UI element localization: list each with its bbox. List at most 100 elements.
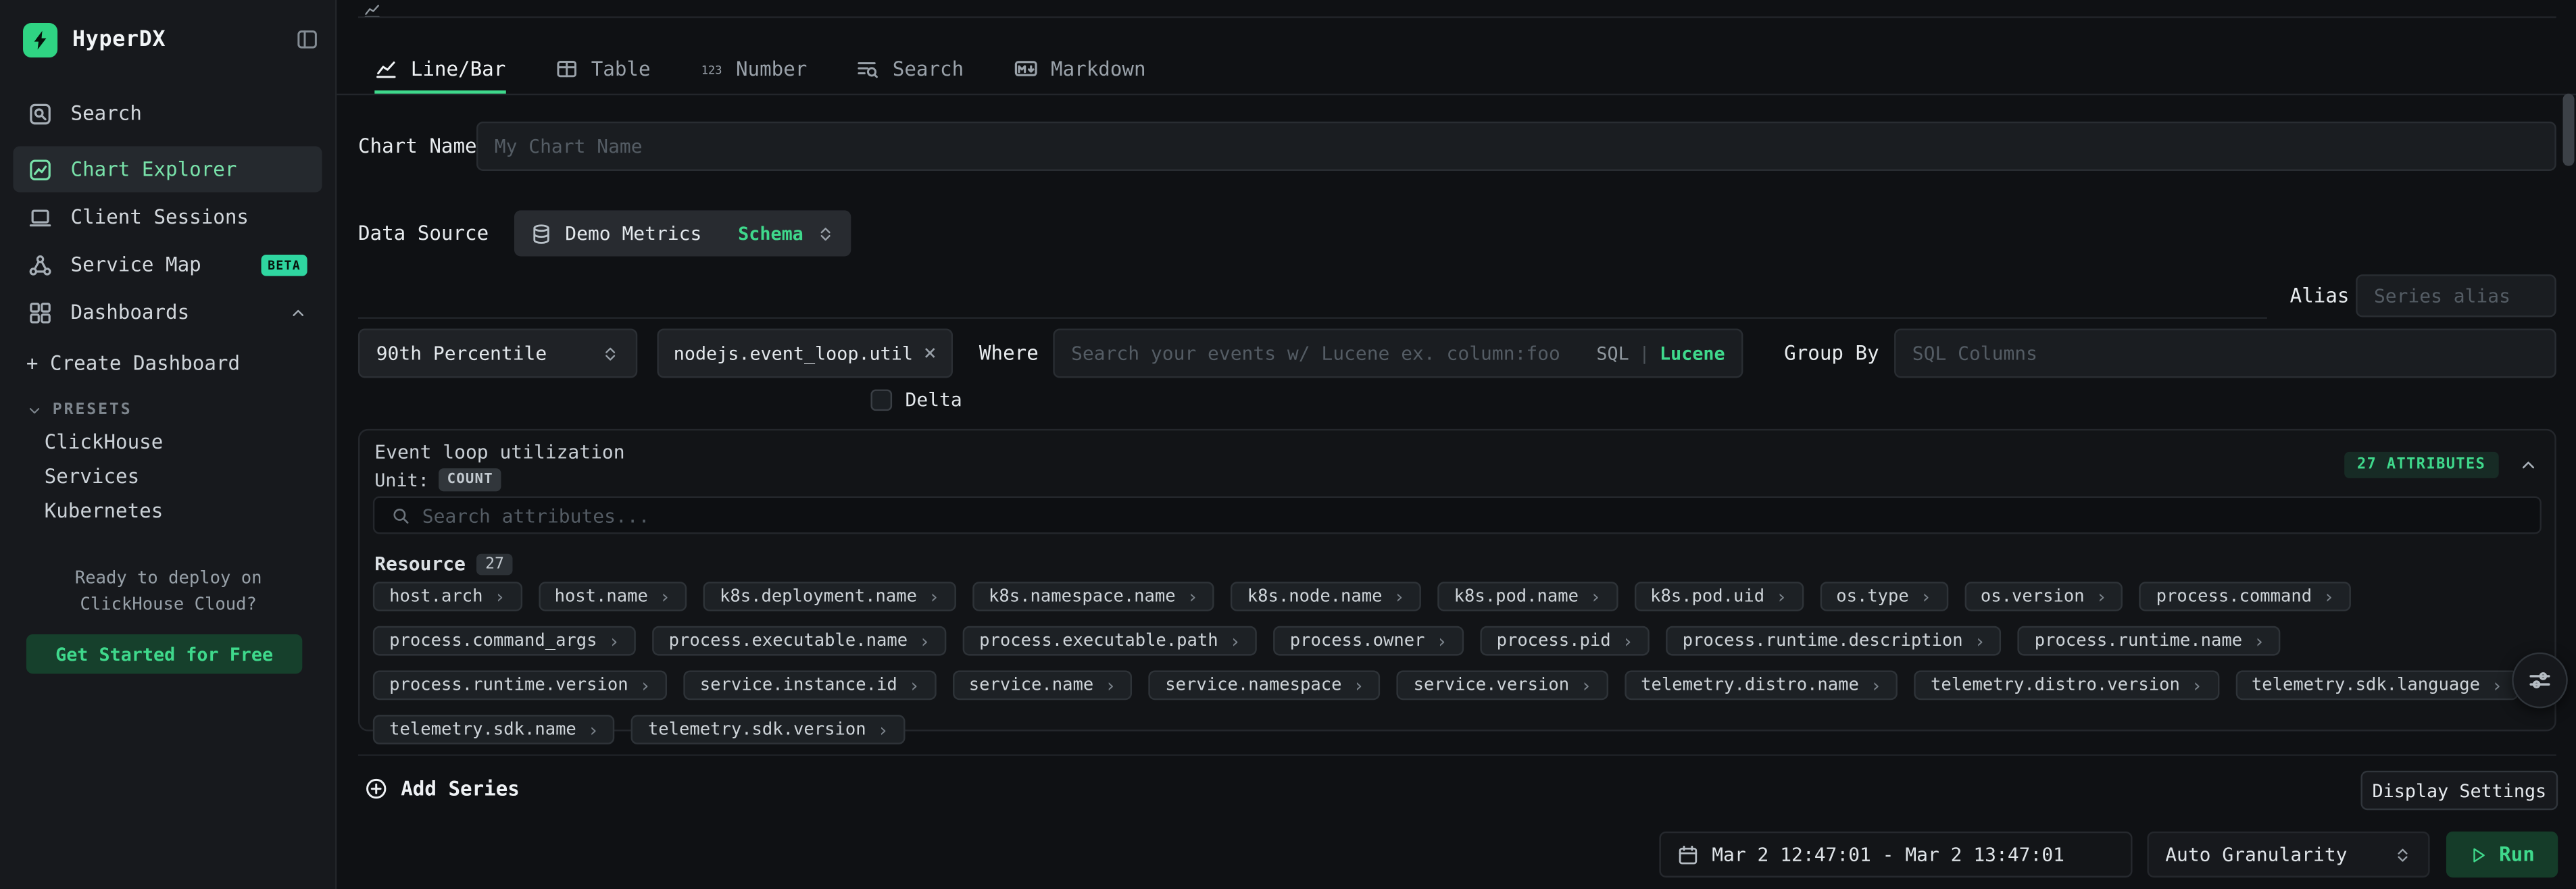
chevron-right-icon: › — [1871, 676, 1881, 694]
where-input[interactable] — [1071, 342, 1587, 365]
create-dashboard-button[interactable]: + Create Dashboard — [26, 352, 240, 375]
get-started-button[interactable]: Get Started for Free — [26, 634, 302, 674]
attribute-pill[interactable]: service.instance.id› — [683, 670, 936, 700]
scrollbar-track — [2563, 0, 2575, 889]
attribute-pill[interactable]: process.command› — [2139, 582, 2350, 611]
chart-name-input[interactable] — [495, 134, 2538, 157]
metric-select[interactable]: nodejs.event_loop.util × — [657, 328, 953, 378]
attribute-pill[interactable]: k8s.pod.uid› — [1634, 582, 1804, 611]
tab-markdown[interactable]: Markdown — [1013, 46, 1145, 94]
line-chart-icon — [374, 57, 397, 80]
attribute-pill-label: service.version — [1414, 676, 1570, 695]
attribute-pill-label: process.executable.name — [669, 631, 908, 651]
attribute-pill[interactable]: host.name› — [538, 582, 687, 611]
attribute-pill-label: process.runtime.description — [1683, 631, 1963, 651]
collapse-sidebar-icon[interactable] — [296, 28, 319, 51]
presets-header[interactable]: PRESETS — [26, 401, 132, 420]
attribute-pill[interactable]: process.owner› — [1273, 626, 1464, 656]
close-icon[interactable]: × — [924, 342, 937, 364]
plus-circle-icon — [365, 778, 388, 801]
query-language-toggle[interactable]: SQL | Lucene — [1596, 342, 1725, 364]
attribute-pill[interactable]: telemetry.sdk.language› — [2235, 670, 2519, 700]
add-series-button[interactable]: Add Series — [358, 766, 526, 812]
chevron-right-icon: › — [919, 632, 930, 650]
sidebar-item-client-sessions[interactable]: Client Sessions — [13, 194, 322, 240]
attribute-pill[interactable]: k8s.deployment.name› — [703, 582, 956, 611]
attribute-pill-label: telemetry.distro.name — [1641, 676, 1859, 695]
attribute-pill[interactable]: process.runtime.name› — [2018, 626, 2281, 656]
sql-toggle[interactable]: SQL — [1596, 342, 1629, 364]
chevron-up-down-icon — [2394, 846, 2412, 864]
dashboards-grid-icon — [28, 300, 52, 324]
display-settings-button[interactable]: Display Settings — [2360, 771, 2558, 810]
schema-link[interactable]: Schema — [738, 223, 803, 245]
attribute-pill[interactable]: telemetry.distro.name › — [1625, 670, 1898, 700]
sidebar-item-label: Search — [71, 102, 142, 125]
attribute-pill[interactable]: host.arch› — [373, 582, 522, 611]
attribute-pill[interactable]: telemetry.sdk.version› — [632, 715, 906, 744]
chevron-up-down-icon — [601, 345, 620, 363]
attribute-pill[interactable]: process.command_args› — [373, 626, 636, 656]
tab-number[interactable]: 123 Number — [699, 46, 807, 94]
attribute-pill[interactable]: service.name› — [952, 670, 1132, 700]
sidebar-item-service-map[interactable]: Service Map BETA — [13, 242, 322, 288]
attributes-count-badge: 27 ATTRIBUTES — [2344, 452, 2499, 478]
attribute-pill[interactable]: process.runtime.description› — [1666, 626, 2002, 656]
granularity-select[interactable]: Auto Granularity — [2147, 832, 2429, 878]
preset-services[interactable]: Services — [45, 465, 140, 494]
attribute-pill[interactable]: process.pid› — [1480, 626, 1650, 656]
preset-kubernetes[interactable]: Kubernetes — [45, 499, 164, 529]
chevron-down-icon — [26, 402, 43, 418]
presets-label: PRESETS — [53, 401, 132, 420]
tab-label: Number — [736, 57, 807, 80]
attribute-pill-label: k8s.pod.uid — [1650, 586, 1764, 606]
attribute-pill[interactable]: service.version› — [1397, 670, 1608, 700]
attribute-pill[interactable]: telemetry.sdk.name› — [373, 715, 615, 744]
scrollbar-thumb[interactable] — [2563, 94, 2575, 166]
add-series-label: Add Series — [401, 778, 520, 801]
attribute-pill[interactable]: process.executable.path› — [963, 626, 1257, 656]
chevron-up-down-icon — [816, 224, 835, 243]
attribute-pill[interactable]: telemetry.distro.version› — [1914, 670, 2219, 700]
preset-clickhouse[interactable]: ClickHouse — [45, 430, 164, 460]
chevron-right-icon: › — [1394, 588, 1405, 606]
time-range-picker[interactable]: Mar 2 12:47:01 - Mar 2 13:47:01 — [1659, 832, 2132, 878]
attribute-pill[interactable]: process.runtime.version› — [373, 670, 667, 700]
delta-row: Delta — [870, 388, 962, 411]
attribute-pill[interactable]: os.version› — [1964, 582, 2123, 611]
chevron-right-icon: › — [1623, 632, 1633, 650]
attribute-pill[interactable]: os.type› — [1820, 582, 1948, 611]
aggregation-select[interactable]: 90th Percentile — [358, 328, 637, 378]
tab-table[interactable]: Table — [555, 46, 650, 94]
collapse-panel-icon[interactable] — [2519, 455, 2538, 475]
lucene-toggle[interactable]: Lucene — [1660, 342, 1725, 364]
sidebar-item-label: Chart Explorer — [71, 158, 237, 181]
attribute-pill[interactable]: process.executable.name › — [652, 626, 946, 656]
chart-config-floating-button[interactable] — [2512, 653, 2568, 709]
tab-search[interactable]: Search — [856, 46, 964, 94]
attribute-pill[interactable]: k8s.namespace.name› — [972, 582, 1214, 611]
attribute-search-field — [373, 497, 2542, 534]
svg-text:123: 123 — [701, 63, 722, 76]
attribute-pill-label: host.name — [555, 586, 648, 606]
list-search-icon — [856, 57, 879, 80]
sidebar-item-search[interactable]: Search — [13, 91, 322, 136]
attribute-search-input[interactable] — [422, 504, 2523, 527]
service-map-nodes-icon — [28, 252, 52, 276]
delta-checkbox[interactable] — [870, 388, 892, 410]
sidebar-item-dashboards[interactable]: Dashboards — [13, 289, 322, 335]
attribute-pill[interactable]: service.namespace› — [1149, 670, 1381, 700]
alias-input[interactable] — [2374, 284, 2538, 307]
group-by-input[interactable] — [1912, 342, 2538, 365]
resource-count-badge: 27 — [477, 553, 512, 575]
data-source-select[interactable]: Demo Metrics Schema — [514, 210, 851, 256]
attributes-panel: Event loop utilization Unit: COUNT 27 AT… — [358, 429, 2556, 732]
tab-label: Markdown — [1051, 57, 1146, 80]
run-button[interactable]: Run — [2446, 832, 2558, 878]
attribute-pill[interactable]: k8s.node.name› — [1231, 582, 1421, 611]
attribute-pill[interactable]: k8s.pod.name› — [1437, 582, 1617, 611]
tab-line-bar[interactable]: Line/Bar — [374, 46, 505, 94]
run-label: Run — [2499, 843, 2535, 866]
sidebar-item-chart-explorer[interactable]: Chart Explorer — [13, 146, 322, 192]
attribute-pill-label: host.arch — [389, 586, 482, 606]
